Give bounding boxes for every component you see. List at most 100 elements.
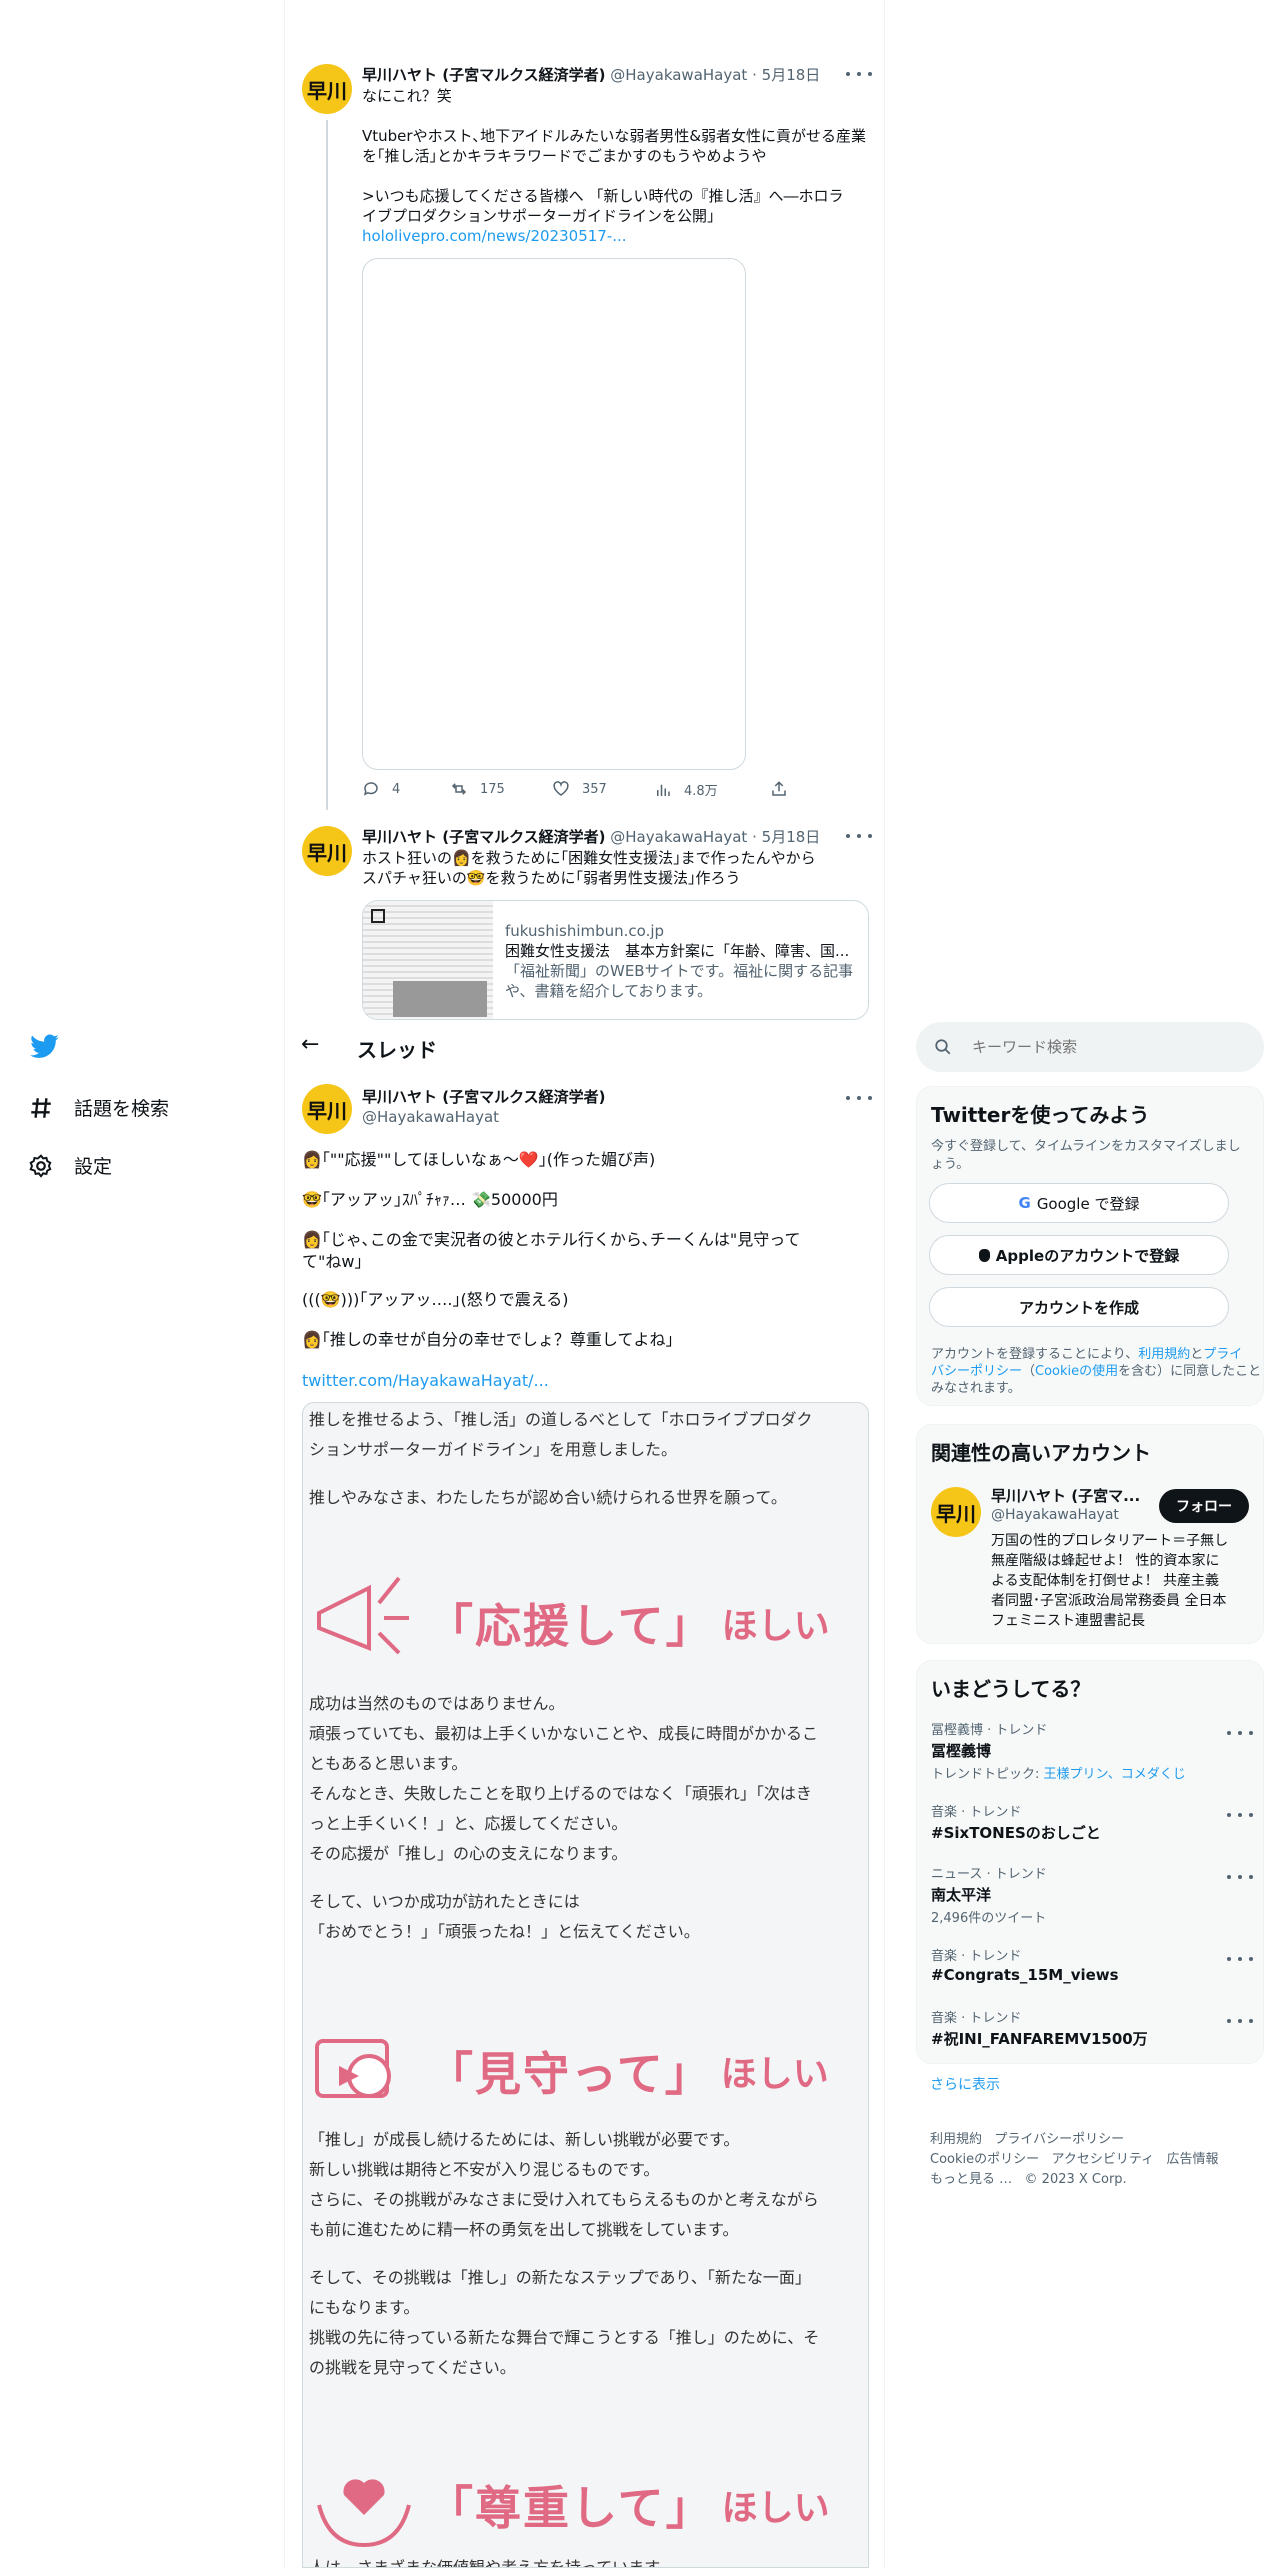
more-icon[interactable] — [846, 826, 872, 846]
bio-line: 無産階級は蜂起せよ！ 性的資本家に — [991, 1553, 1220, 1569]
search-input[interactable] — [972, 1034, 1242, 1060]
author-name[interactable]: 早川ハヤト (子宮マルクス経済学者) — [362, 1088, 606, 1106]
footer-link[interactable]: プライバシーポリシー — [994, 2132, 1124, 2147]
apple-icon — [978, 1248, 990, 1262]
image-text-line: 挑戦の先に待っている新たな舞台で輝こうとする「推し」のために、そ — [309, 2328, 820, 2347]
image-text-line: 推しを推せるよう、「推し活」の道しるべとして「ホロライブプロダク — [309, 1410, 813, 1429]
back-arrow-icon[interactable]: ← — [301, 1032, 319, 1057]
more-icon[interactable] — [1227, 1723, 1253, 1743]
support-heading: 「応援して」 ほしい — [309, 1573, 830, 1673]
trend-sub: 2,496件のツイート — [931, 1911, 1047, 1926]
avatar[interactable]: 早川 — [931, 1487, 981, 1537]
google-signup-button[interactable]: G Google で登録 — [929, 1183, 1229, 1223]
thread-connector — [326, 120, 328, 810]
column-divider-left — [284, 0, 285, 2568]
signup-title: Twitterを使ってみよう — [931, 1103, 1150, 1127]
trend-item[interactable]: 音楽 · トレンド #祝INI_FANFAREMV1500万 — [931, 2007, 1253, 2049]
show-more-link[interactable]: さらに表示 — [930, 2074, 1000, 2094]
footer-link[interactable]: Cookieのポリシー — [930, 2152, 1039, 2167]
nav-explore[interactable]: 話題を検索 — [28, 1094, 169, 1121]
create-account-button[interactable]: アカウントを作成 — [929, 1287, 1229, 1327]
card-title: 困難女性支援法 基本方針案に「年齢、障害、国... — [505, 942, 850, 960]
trend-item[interactable]: 冨樫義博 · トレンド 冨樫義博 トレンドトピック: 王様プリン、コメダくじ — [931, 1719, 1253, 1782]
camera-icon — [315, 2039, 391, 2098]
signup-box: Twitterを使ってみよう 今すぐ登録して、タイムラインをカスタマイズしまし … — [916, 1086, 1264, 1406]
reply-icon — [363, 782, 378, 796]
author-name[interactable]: 早川ハヤト (子宮マルクス経済学者) — [362, 828, 606, 846]
author-handle[interactable]: @HayakawaHayat — [610, 66, 747, 84]
more-icon[interactable] — [846, 64, 872, 84]
respect-heading-main: 「尊重して」 — [427, 2481, 714, 2535]
tweet-text-line: スパチャ狂いの🤓を救うために｢弱者男性支援法｣作ろう — [362, 869, 741, 887]
signup-subtitle: ょう。 — [931, 1157, 970, 1172]
footer-link[interactable]: 広告情報 — [1167, 2152, 1219, 2167]
tweet-link[interactable]: hololivepro.com/news/20230517-... — [362, 226, 627, 246]
reply-button[interactable]: 4 — [362, 780, 400, 798]
gear-icon — [29, 1153, 52, 1178]
more-icon[interactable] — [1227, 1949, 1253, 1969]
watch-heading-sub: ほしい — [720, 2054, 829, 2095]
search-bar[interactable] — [916, 1022, 1264, 1072]
trends-box: いまどうしてる？ 冨樫義博 · トレンド 冨樫義博 トレンドトピック: 王様プリ… — [916, 1660, 1264, 2064]
follow-button[interactable]: フォロー — [1159, 1489, 1249, 1523]
trend-meta: 音楽 · トレンド — [931, 1805, 1022, 1820]
tweet-date[interactable]: · 5月18日 — [752, 66, 820, 84]
retweet-icon — [451, 783, 467, 795]
footer-link[interactable]: 利用規約 — [930, 2132, 982, 2147]
bio-line: よる支配体制を打倒せよ！ 共産主義 — [991, 1573, 1220, 1589]
image-text-line: そして、その挑戦は「推し」の新たなステップであり、「新たな一面」 — [309, 2268, 811, 2287]
twitter-bird-icon[interactable] — [30, 1034, 60, 1060]
support-heading-main: 「応援して」 — [427, 1599, 714, 1653]
more-icon[interactable] — [1227, 2011, 1253, 2031]
image-text-line: 新しい挑戦は期待と不安が入り混じるものです。 — [309, 2160, 660, 2179]
footer-links: もっと見る … © 2023 X Corp. — [930, 2168, 1127, 2187]
author-handle[interactable]: @HayakawaHayat — [362, 1108, 499, 1126]
tweet-text-line: イブプロダクションサポーターガイドラインを公開」 — [362, 207, 723, 225]
tweet-link[interactable]: twitter.com/HayakawaHayat/... — [302, 1371, 549, 1391]
trend-item[interactable]: 音楽 · トレンド #Congrats_15M_views — [931, 1945, 1253, 1984]
bio-line: フェミニスト連盟書記長 — [991, 1613, 1145, 1629]
avatar[interactable]: 早川 — [302, 826, 352, 876]
watch-heading-main: 「見守って」 — [427, 2047, 713, 2101]
image-text-line: その応援が「推し」の心の支えになります。 — [309, 1844, 628, 1863]
image-text-line: ともあると思います。 — [309, 1754, 468, 1773]
respect-heading-sub: ほしい — [721, 2488, 830, 2529]
related-handle[interactable]: @HayakawaHayat — [991, 1507, 1119, 1523]
attached-image[interactable]: 推しを推せるよう、「推し活」の道しるべとして「ホロライブプロダク ションサポータ… — [302, 1402, 869, 2568]
views-button[interactable]: 4.8万 — [654, 780, 718, 799]
related-name[interactable]: 早川ハヤト (子宮マ... — [991, 1485, 1140, 1506]
avatar[interactable]: 早川 — [302, 1084, 352, 1134]
hands-heart-icon — [317, 2479, 411, 2548]
like-button[interactable]: 357 — [552, 780, 607, 798]
reply-count: 4 — [392, 781, 401, 797]
image-text-line: 人は、さまざまな価値観や考え方を持っています。 — [309, 2558, 675, 2568]
apple-signup-button[interactable]: Appleのアカウントで登録 — [929, 1235, 1229, 1275]
tweet-actions: 4 175 357 4.8万 — [362, 780, 786, 804]
more-icon[interactable] — [1227, 1867, 1253, 1887]
author-handle[interactable]: @HayakawaHayat — [610, 828, 747, 846]
nav-settings[interactable]: 設定 — [28, 1152, 112, 1179]
cookie-link[interactable]: Cookieの使用 — [1035, 1364, 1118, 1379]
image-text-line: も前に進むために精一杯の勇気を出して挑戦をしています。 — [309, 2220, 739, 2239]
tweet-header: 早川ハヤト (子宮マルクス経済学者) @HayakawaHayat · 5月18… — [362, 826, 820, 847]
footer-link[interactable]: アクセシビリティ — [1052, 2152, 1155, 2167]
trend-item[interactable]: ニュース · トレンド 南太平洋 2,496件のツイート — [931, 1863, 1253, 1926]
link-preview-card[interactable]: fukushishimbun.co.jp 困難女性支援法 基本方針案に「年齢、障… — [362, 900, 869, 1020]
nav-explore-label: 話題を検索 — [74, 1098, 170, 1120]
image-text-line: 「推し」が成長し続けるためには、新しい挑戦が必要です。 — [309, 2130, 740, 2149]
more-icon[interactable] — [846, 1088, 872, 1108]
copyright: © 2023 X Corp. — [1024, 2172, 1127, 2187]
author-name[interactable]: 早川ハヤト (子宮マルクス経済学者) — [362, 66, 606, 84]
terms-text-part: （ — [1022, 1364, 1036, 1379]
trend-sub-link[interactable]: 王様プリン、コメダくじ — [1044, 1767, 1186, 1782]
trend-item[interactable]: 音楽 · トレンド #SixTONESのおしごと — [931, 1801, 1253, 1843]
share-button[interactable] — [770, 780, 788, 798]
card-description: 「福祉新聞」のWEBサイトです。福祉に関する記事 — [505, 962, 854, 980]
retweet-button[interactable]: 175 — [450, 780, 505, 798]
media-card[interactable] — [362, 258, 746, 770]
tweet-date[interactable]: · 5月18日 — [752, 828, 820, 846]
image-text-line: 成功は当然のものではありません。 — [309, 1694, 565, 1713]
more-icon[interactable] — [1227, 1805, 1253, 1825]
footer-more-link[interactable]: もっと見る … — [930, 2172, 1012, 2187]
avatar[interactable]: 早川 — [302, 64, 352, 114]
